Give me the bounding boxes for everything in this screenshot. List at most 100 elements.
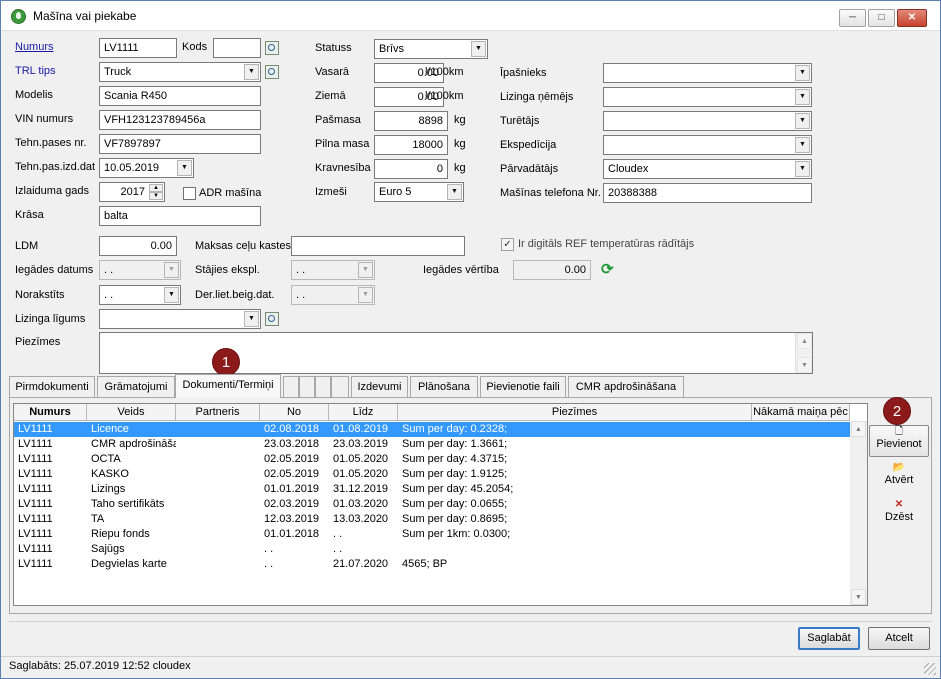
refresh-icon[interactable]: ⟳: [601, 260, 614, 278]
table-row[interactable]: LV1111 OCTA 02.05.2019 01.05.2020 Sum per da…: [14, 452, 850, 467]
maximize-button[interactable]: □: [868, 9, 895, 27]
chevron-down-icon[interactable]: ▼: [244, 64, 259, 80]
maksas-field[interactable]: [291, 236, 465, 256]
krasa-field[interactable]: balta: [99, 206, 261, 226]
chevron-down-icon[interactable]: ▼: [795, 89, 810, 105]
telefona-field[interactable]: 20388388: [603, 183, 812, 203]
scroll-up-icon[interactable]: ▲: [851, 421, 866, 437]
statuss-select[interactable]: Brīvs ▼: [374, 39, 488, 59]
resize-grip-icon[interactable]: [924, 663, 936, 675]
table-row[interactable]: LV1111 Taho sertifikāts 02.03.2019 01.03.20…: [14, 497, 850, 512]
col-veids[interactable]: Veids: [87, 404, 176, 421]
ipasnieks-select[interactable]: ▼: [603, 63, 812, 83]
turetajs-select[interactable]: ▼: [603, 111, 812, 131]
chevron-down-icon[interactable]: ▼: [358, 262, 373, 278]
piezimes-textarea[interactable]: ▲ ▼: [99, 332, 813, 374]
documents-grid[interactable]: Numurs Veids Partneris No Līdz Piezīmes …: [13, 403, 868, 606]
scroll-up-icon[interactable]: ▲: [797, 333, 812, 349]
scroll-down-icon[interactable]: ▼: [851, 589, 866, 605]
spin-up-icon[interactable]: ▲: [149, 184, 163, 192]
table-row[interactable]: LV1111 Lizings 01.01.2019 31.12.2019 Sum per…: [14, 482, 850, 497]
pievienot-button[interactable]: 🗋 Pievienot: [869, 425, 929, 457]
norakstits-date[interactable]: . . ▼: [99, 285, 181, 305]
chevron-down-icon[interactable]: ▼: [795, 137, 810, 153]
col-partneris[interactable]: Partneris: [176, 404, 260, 421]
pilna-masa-field[interactable]: 18000: [374, 135, 448, 155]
table-row[interactable]: LV1111 KASKO 02.05.2019 01.05.2020 Sum per d…: [14, 467, 850, 482]
chevron-down-icon[interactable]: ▼: [795, 65, 810, 81]
col-nakama-maina[interactable]: Nākamā maiņa pēc: [752, 404, 850, 421]
tab-blank-4[interactable]: [331, 376, 349, 398]
tab-cmr-apdrosinasana[interactable]: CMR apdrošināšana: [568, 376, 684, 398]
saglabat-button[interactable]: Saglabāt: [798, 627, 860, 650]
close-button[interactable]: ✕: [897, 9, 927, 27]
vin-field[interactable]: VFH123123789456a: [99, 110, 261, 130]
chevron-down-icon[interactable]: ▼: [164, 287, 179, 303]
izlaiduma-spinner[interactable]: 2017 ▲ ▼: [99, 182, 165, 202]
ekspedicija-select[interactable]: ▼: [603, 135, 812, 155]
ziema-label: Ziemā: [315, 90, 346, 102]
kods-field[interactable]: [213, 38, 261, 58]
chevron-down-icon[interactable]: ▼: [164, 262, 179, 278]
trl-tips-lookup-icon[interactable]: [265, 65, 279, 79]
chevron-down-icon[interactable]: ▼: [447, 184, 462, 200]
grid-scrollbar[interactable]: ▲ ▼: [850, 421, 867, 605]
table-row[interactable]: LV1111 Sajūgs . . . .: [14, 542, 850, 557]
minimize-button[interactable]: ─: [839, 9, 866, 27]
lizinga-ligums-select[interactable]: ▼: [99, 309, 261, 329]
spinner-buttons[interactable]: ▲ ▼: [149, 184, 163, 200]
trl-tips-select[interactable]: Truck ▼: [99, 62, 261, 82]
chevron-down-icon[interactable]: ▼: [795, 113, 810, 129]
tehn-pases-field[interactable]: VF7897897: [99, 134, 261, 154]
stajies-date[interactable]: . . ▼: [291, 260, 375, 280]
kravnesiba-field[interactable]: 0: [374, 159, 448, 179]
tab-planosana[interactable]: Plānošana: [410, 376, 478, 398]
table-row[interactable]: LV1111 Licence 02.08.2018 01.08.2019 Sum per…: [14, 422, 850, 437]
atvert-button[interactable]: 📂 Atvērt: [869, 462, 929, 492]
chevron-down-icon[interactable]: ▼: [795, 161, 810, 177]
chevron-down-icon[interactable]: ▼: [244, 311, 259, 327]
table-row[interactable]: LV1111 CMR apdrošināšar 23.03.2018 23.03.20…: [14, 437, 850, 452]
scroll-down-icon[interactable]: ▼: [797, 357, 812, 373]
tehn-izd-date[interactable]: 10.05.2019 ▼: [99, 158, 194, 178]
kods-lookup-icon[interactable]: [265, 41, 279, 55]
cell-lidz: 23.03.2019: [333, 438, 389, 450]
pasmasa-label: Pašmasa: [315, 114, 361, 126]
tab-dokumenti-termini[interactable]: Dokumenti/Termiņi: [175, 374, 281, 398]
numurs-label[interactable]: Numurs: [15, 41, 54, 53]
modelis-field[interactable]: Scania R450: [99, 86, 261, 106]
lizinga-lookup-icon[interactable]: [265, 312, 279, 326]
atcelt-button[interactable]: Atcelt: [868, 627, 930, 650]
tab-pirmdokumenti[interactable]: Pirmdokumenti: [9, 376, 95, 398]
trl-tips-label[interactable]: TRL tips: [15, 65, 56, 77]
table-row[interactable]: LV1111 Degvielas karte . . 21.07.2020 4565;…: [14, 557, 850, 572]
ir-digitals-checkbox[interactable]: ✓: [501, 238, 514, 251]
tab-gramatojumi[interactable]: Grāmatojumi: [97, 376, 175, 398]
parvadatajs-select[interactable]: Cloudex ▼: [603, 159, 812, 179]
piezimes-scrollbar[interactable]: ▲ ▼: [795, 333, 812, 373]
numurs-field[interactable]: LV1111: [99, 38, 177, 58]
tab-izdevumi[interactable]: Izdevumi: [351, 376, 408, 398]
ldm-field[interactable]: 0.00: [99, 236, 177, 256]
tab-blank-1[interactable]: [283, 376, 299, 398]
adr-checkbox[interactable]: [183, 187, 196, 200]
table-row[interactable]: LV1111 Riepu fonds 01.01.2018 . . Sum per 1…: [14, 527, 850, 542]
spin-down-icon[interactable]: ▼: [149, 192, 163, 200]
chevron-down-icon[interactable]: ▼: [471, 41, 486, 57]
chevron-down-icon[interactable]: ▼: [358, 287, 373, 303]
tab-pievienotie-faili[interactable]: Pievienotie faili: [480, 376, 566, 398]
der-liet-date[interactable]: . . ▼: [291, 285, 375, 305]
lizinga-nemejs-select[interactable]: ▼: [603, 87, 812, 107]
iegades-datums-date[interactable]: . . ▼: [99, 260, 181, 280]
tab-blank-2[interactable]: [299, 376, 315, 398]
tab-blank-3[interactable]: [315, 376, 331, 398]
izmesi-select[interactable]: Euro 5 ▼: [374, 182, 464, 202]
col-numurs[interactable]: Numurs: [14, 404, 87, 421]
col-piezimes[interactable]: Piezīmes: [398, 404, 752, 421]
col-lidz[interactable]: Līdz: [329, 404, 398, 421]
table-row[interactable]: LV1111 TA 12.03.2019 13.03.2020 Sum per day:…: [14, 512, 850, 527]
dzest-button[interactable]: ✕ Dzēst: [869, 499, 929, 529]
col-no[interactable]: No: [260, 404, 329, 421]
chevron-down-icon[interactable]: ▼: [177, 160, 192, 176]
pasmasa-field[interactable]: 8898: [374, 111, 448, 131]
